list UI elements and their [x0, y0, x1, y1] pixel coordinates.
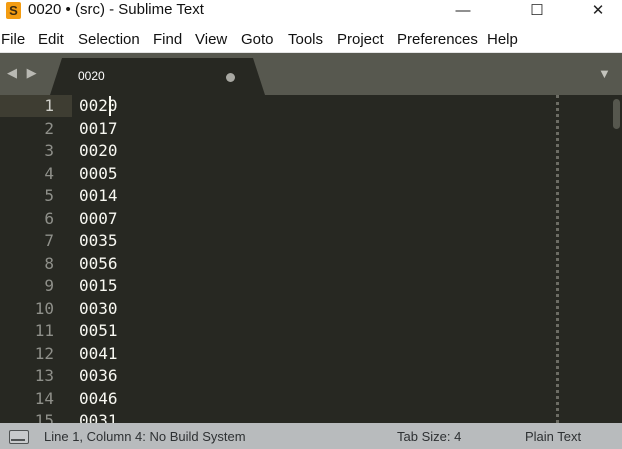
- menu-bar: File Edit Selection Find View Goto Tools…: [0, 28, 622, 53]
- code-line[interactable]: 0030: [79, 298, 118, 320]
- code-line[interactable]: 0020: [79, 140, 118, 162]
- tab-size-status[interactable]: Tab Size: 4: [397, 429, 461, 444]
- code-line[interactable]: 0046: [79, 388, 118, 410]
- line-number: 10: [34, 298, 54, 318]
- tab-label: 0020: [78, 69, 105, 83]
- line-number: 14: [34, 388, 54, 408]
- vertical-scrollbar[interactable]: [610, 95, 622, 423]
- line-number: 7: [44, 231, 54, 250]
- close-button[interactable]: ✕: [575, 0, 621, 22]
- menu-selection[interactable]: Selection: [78, 31, 140, 49]
- code-line[interactable]: 0031: [79, 410, 118, 423]
- code-line[interactable]: 0014: [79, 185, 118, 207]
- window-title: 0020 • (src) - Sublime Text: [28, 1, 204, 18]
- code-line[interactable]: 0056: [79, 253, 118, 275]
- code-line[interactable]: 0051: [79, 320, 118, 342]
- menu-project[interactable]: Project: [337, 31, 384, 49]
- line-number: 3: [44, 141, 54, 160]
- tab-bar: ◀ ▶ 0020 ▼: [0, 53, 622, 95]
- menu-edit[interactable]: Edit: [38, 31, 64, 49]
- code-line[interactable]: 0041: [79, 343, 118, 365]
- menu-view[interactable]: View: [195, 31, 227, 49]
- line-number: 12: [34, 343, 54, 363]
- menu-file[interactable]: File: [1, 31, 25, 49]
- line-number: 15: [34, 411, 54, 423]
- tab-list-dropdown-icon[interactable]: ▼: [598, 66, 611, 81]
- code-line[interactable]: 0017: [79, 118, 118, 140]
- syntax-status[interactable]: Plain Text: [525, 429, 581, 444]
- line-number: 6: [44, 208, 54, 228]
- code-line[interactable]: 0015: [79, 275, 118, 297]
- line-number: 9: [44, 276, 54, 295]
- line-number: 5: [44, 186, 54, 205]
- line-number: 13: [34, 366, 54, 385]
- code-line[interactable]: 0036: [79, 365, 118, 387]
- title-bar: S 0020 • (src) - Sublime Text — ☐ ✕: [0, 0, 622, 26]
- menu-preferences[interactable]: Preferences: [397, 31, 478, 49]
- editor-area[interactable]: 1 2 3 4 5 6 7 8 9 10 11 12 13 14 15 0020…: [0, 95, 622, 423]
- code-line[interactable]: 0007: [79, 208, 118, 230]
- scrollbar-thumb[interactable]: [613, 99, 620, 129]
- code-line[interactable]: 0020: [79, 95, 118, 117]
- text-cursor: [109, 96, 111, 116]
- maximize-button[interactable]: ☐: [514, 0, 560, 22]
- tab-0020[interactable]: 0020: [50, 58, 265, 95]
- panel-toggle-icon[interactable]: [9, 430, 29, 444]
- line-number: 2: [44, 118, 54, 138]
- line-number: 4: [44, 163, 54, 183]
- line-number-gutter: 1 2 3 4 5 6 7 8 9 10 11 12 13 14 15: [0, 95, 72, 423]
- minimize-button[interactable]: —: [440, 0, 486, 22]
- status-bar: Line 1, Column 4: No Build System Tab Si…: [0, 423, 622, 449]
- code-line[interactable]: 0005: [79, 163, 118, 185]
- line-number: 1: [44, 96, 54, 115]
- tab-nav-arrows-icon[interactable]: ◀ ▶: [7, 65, 40, 81]
- cursor-position-status: Line 1, Column 4: No Build System: [44, 429, 246, 444]
- code-line[interactable]: 0035: [79, 230, 118, 252]
- menu-goto[interactable]: Goto: [241, 31, 274, 49]
- menu-tools[interactable]: Tools: [288, 31, 323, 49]
- line-number: 8: [44, 253, 54, 273]
- unsaved-dot-icon[interactable]: [226, 73, 235, 82]
- line-number: 11: [34, 321, 54, 340]
- column-ruler: [556, 95, 559, 423]
- menu-help[interactable]: Help: [487, 31, 518, 49]
- sublime-text-icon: S: [6, 2, 21, 19]
- menu-find[interactable]: Find: [153, 31, 182, 49]
